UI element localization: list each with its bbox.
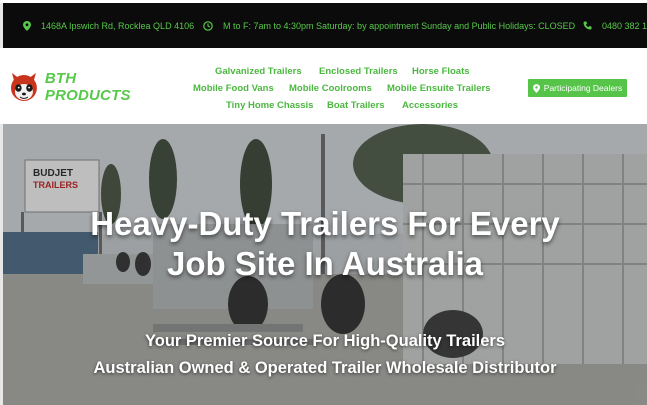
address-text: 1468A Ipswich Rd, Rocklea QLD 4106 [41,20,195,31]
phone-icon [583,21,592,30]
site-logo[interactable]: BTH PRODUCTS [6,66,166,108]
phone-text: 0480 382 17 [602,20,647,31]
hero-subtitle-line1: Your Premier Source For High-Quality Tra… [144,332,506,350]
address-info[interactable]: 1468A Ipswich Rd, Rocklea QLD 4106 [23,3,194,48]
nav-galvanized-trailers[interactable]: Galvanized Trailers [215,66,302,77]
nav-mobile-coolrooms[interactable]: Mobile Coolrooms [289,83,372,94]
participating-dealers-button[interactable]: Participating Dealers [528,79,627,97]
red-panda-logo-icon [10,73,37,101]
nav-boat-trailers[interactable]: Boat Trailers [327,100,385,111]
opening-hours-info: M to F: 7am to 4:30pm Saturday: by appoi… [203,3,575,48]
clock-icon [203,20,213,31]
nav-mobile-ensuite-trailers[interactable]: Mobile Ensuite Trailers [387,83,490,94]
site-header: BTH PRODUCTS Galvanized Trailers Enclose… [0,48,647,124]
hero-title-line2: Job Site In Australia [166,245,483,282]
brand-name: BTH PRODUCTS [44,70,131,104]
nav-accessories[interactable]: Accessories [402,100,458,111]
map-pin-icon [23,20,31,31]
hero-banner: BUDJET TRAILERS Heavy-Duty Trailers For … [3,124,647,405]
nav-mobile-food-vans[interactable]: Mobile Food Vans [193,83,274,94]
dealers-button-label: Participating Dealers [543,83,623,93]
nav-tiny-home-chassis[interactable]: Tiny Home Chassis [226,100,313,111]
nav-horse-floats[interactable]: Horse Floats [412,66,470,77]
hours-text: M to F: 7am to 4:30pm Saturday: by appoi… [223,20,576,31]
nav-enclosed-trailers[interactable]: Enclosed Trailers [319,66,398,77]
hero-subtitle-line2: Australian Owned & Operated Trailer Whol… [93,359,557,377]
top-info-bar: 1468A Ipswich Rd, Rocklea QLD 4106 M to … [3,3,647,48]
map-pin-icon [532,83,540,93]
hero-title-line1: Heavy-Duty Trailers For Every [90,205,560,242]
phone-info[interactable]: 0480 382 17 [583,3,647,48]
